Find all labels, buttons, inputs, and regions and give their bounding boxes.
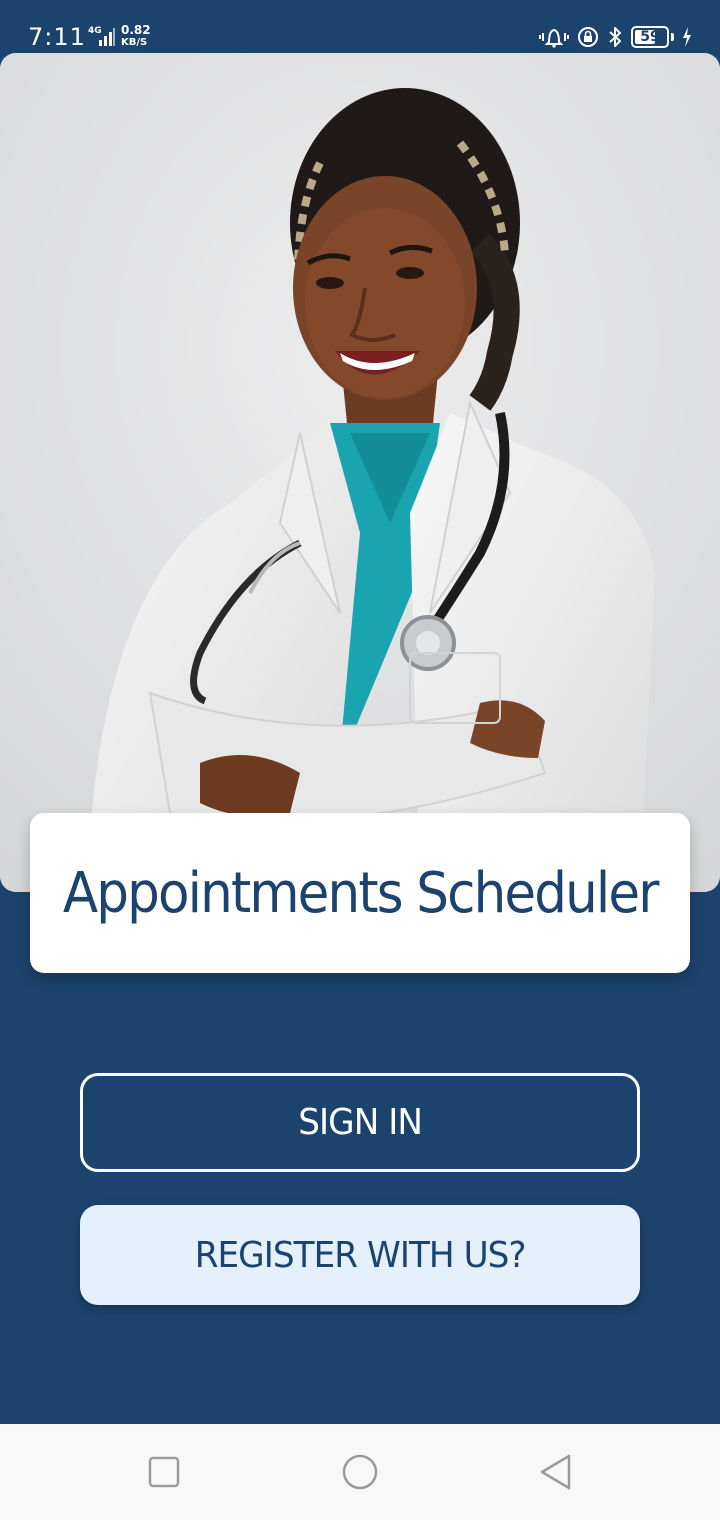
rotation-lock-icon (578, 27, 598, 47)
bluetooth-icon (609, 27, 621, 47)
recent-apps-icon[interactable] (143, 1452, 183, 1492)
battery-tip (671, 33, 674, 41)
network-speed: 0.82 (121, 23, 151, 37)
charging-icon (683, 27, 691, 47)
signal-icon (99, 28, 115, 46)
doctor-photo (0, 53, 720, 892)
register-button[interactable]: REGISTER WITH US? (80, 1205, 640, 1305)
network-speed-unit: KB/S (121, 37, 148, 48)
back-icon[interactable] (537, 1452, 577, 1492)
battery-level: 59 (640, 29, 660, 45)
sign-in-label: SIGN IN (298, 1102, 423, 1143)
hero-image-container (0, 53, 720, 892)
sign-in-button[interactable]: SIGN IN (80, 1073, 640, 1172)
register-label: REGISTER WITH US? (194, 1234, 527, 1276)
app-title-card: Appointments Scheduler (30, 813, 690, 973)
status-bar: 7:11 4G 0.82 KB/S 59 (0, 0, 720, 52)
status-time: 7:11 (28, 23, 86, 51)
status-icons: 59 (539, 24, 692, 50)
vibrate-icon (539, 28, 569, 48)
system-navigation-bar (0, 1424, 720, 1520)
app-title: Appointments Scheduler (62, 860, 660, 926)
battery-icon: 59 (631, 26, 669, 48)
home-icon[interactable] (340, 1452, 380, 1492)
